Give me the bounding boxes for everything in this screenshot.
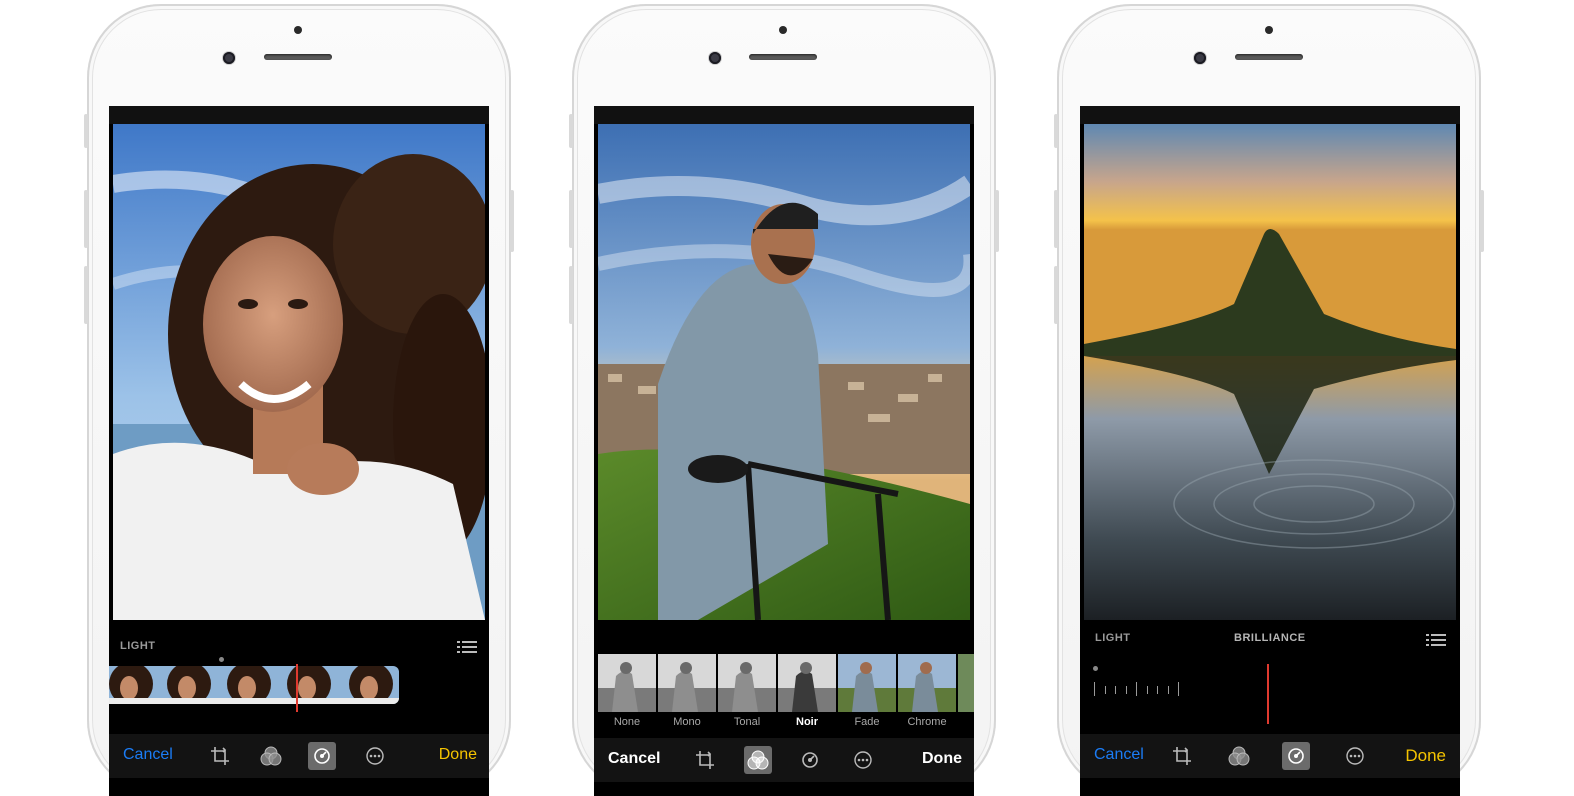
filter-label: Mono (673, 716, 701, 728)
earpiece-speaker (264, 54, 332, 60)
earpiece-speaker (1235, 54, 1303, 60)
earpiece-speaker (749, 54, 817, 60)
more-icon[interactable] (361, 742, 389, 770)
screen: LIGHT BRILLIANCE Cancel Done (1080, 106, 1460, 796)
light-scrubber[interactable] (109, 666, 399, 704)
power-button (995, 190, 999, 252)
edit-toolbar: Cancel Done (109, 734, 489, 778)
slider-indicator (1267, 664, 1269, 724)
filter-mono[interactable]: Mono (658, 654, 716, 728)
mute-switch (1054, 114, 1058, 148)
front-camera (709, 52, 721, 64)
list-icon[interactable] (457, 640, 477, 658)
brilliance-label: BRILLIANCE (1234, 632, 1306, 644)
section-label: LIGHT (120, 640, 156, 652)
filter-label: None (613, 716, 641, 728)
section-label: LIGHT (1095, 632, 1131, 644)
filter-none[interactable]: None (598, 654, 656, 728)
slider-tick (1125, 686, 1127, 694)
crop-rotate-icon[interactable] (1168, 742, 1196, 770)
slider-tick (1115, 686, 1116, 694)
proximity-sensor (779, 26, 787, 34)
man-with-bike-photo (598, 124, 970, 620)
crop-rotate-icon[interactable] (691, 746, 719, 774)
filter-next-peek[interactable] (958, 654, 974, 712)
screen: LIGHT Cancel Done (109, 106, 489, 796)
cancel-button[interactable]: Cancel (123, 746, 173, 764)
volume-down-button (569, 266, 573, 324)
slider-tick (1178, 682, 1179, 696)
filter-noir[interactable]: Noir (778, 654, 836, 728)
filter-tonal[interactable]: Tonal (718, 654, 776, 728)
mute-switch (569, 114, 573, 148)
power-button (510, 190, 514, 252)
list-icon[interactable] (1426, 633, 1446, 651)
mute-switch (84, 114, 88, 148)
slider-tick (1167, 686, 1169, 694)
filter-thumbnail (838, 654, 896, 712)
filter-label: Chrome (907, 716, 947, 728)
filters-icon[interactable] (744, 746, 772, 774)
filter-thumbnail (898, 654, 956, 712)
iphone-right: LIGHT BRILLIANCE Cancel Done (1054, 4, 1484, 796)
slider-tick (1136, 682, 1137, 696)
iphone-middle: None Mono Tonal Noir Fade Chrome Cancel Done (569, 4, 999, 796)
brilliance-slider[interactable] (1094, 680, 1446, 704)
edit-toolbar: Cancel Done (594, 738, 974, 782)
done-button[interactable]: Done (922, 750, 962, 768)
filter-thumbnail (658, 654, 716, 712)
cancel-button[interactable]: Cancel (1094, 746, 1144, 764)
more-icon[interactable] (849, 746, 877, 774)
filter-fade[interactable]: Fade (838, 654, 896, 728)
volume-down-button (84, 266, 88, 324)
crop-rotate-icon[interactable] (206, 742, 234, 770)
front-camera (1194, 52, 1206, 64)
volume-up-button (84, 190, 88, 248)
screen: None Mono Tonal Noir Fade Chrome Cancel Done (594, 106, 974, 796)
filter-label: Noir (796, 716, 818, 728)
filter-thumbnail (718, 654, 776, 712)
more-icon[interactable] (1341, 742, 1369, 770)
proximity-sensor (294, 26, 302, 34)
cancel-button[interactable]: Cancel (608, 750, 660, 768)
slider-tick (1104, 686, 1106, 694)
filter-strip-spacer (594, 620, 974, 654)
status-bar (109, 106, 489, 124)
adjust-dial-icon[interactable] (1282, 742, 1310, 770)
filters-icon[interactable] (257, 742, 285, 770)
filter-chrome[interactable]: Chrome (898, 654, 956, 728)
status-bar (594, 106, 974, 124)
done-button[interactable]: Done (1405, 746, 1446, 766)
slider-tick (1094, 682, 1095, 696)
done-button[interactable]: Done (439, 746, 477, 764)
scrubber-indicator (296, 664, 298, 712)
filter-strip[interactable]: None Mono Tonal Noir Fade Chrome (598, 654, 974, 734)
status-bar (1080, 106, 1460, 124)
woman-portrait-photo (113, 124, 485, 620)
slider-origin-dot (219, 657, 224, 662)
volume-down-button (1054, 266, 1058, 324)
edit-toolbar: Cancel Done (1080, 734, 1460, 778)
filter-label: Tonal (733, 716, 761, 728)
adjust-dial-icon[interactable] (308, 742, 336, 770)
power-button (1480, 190, 1484, 252)
front-camera (223, 52, 235, 64)
mountain-lake-photo (1084, 124, 1456, 620)
slider-origin-dot (1093, 666, 1098, 671)
iphone-left: LIGHT Cancel Done (84, 4, 514, 796)
volume-up-button (569, 190, 573, 248)
filters-icon[interactable] (1225, 742, 1253, 770)
volume-up-button (1054, 190, 1058, 248)
filter-thumbnail (598, 654, 656, 712)
adjust-dial-icon[interactable] (796, 746, 824, 774)
proximity-sensor (1265, 26, 1273, 34)
slider-tick (1157, 686, 1158, 694)
slider-tick (1146, 686, 1148, 694)
filter-label: Fade (854, 716, 880, 728)
filter-thumbnail (778, 654, 836, 712)
